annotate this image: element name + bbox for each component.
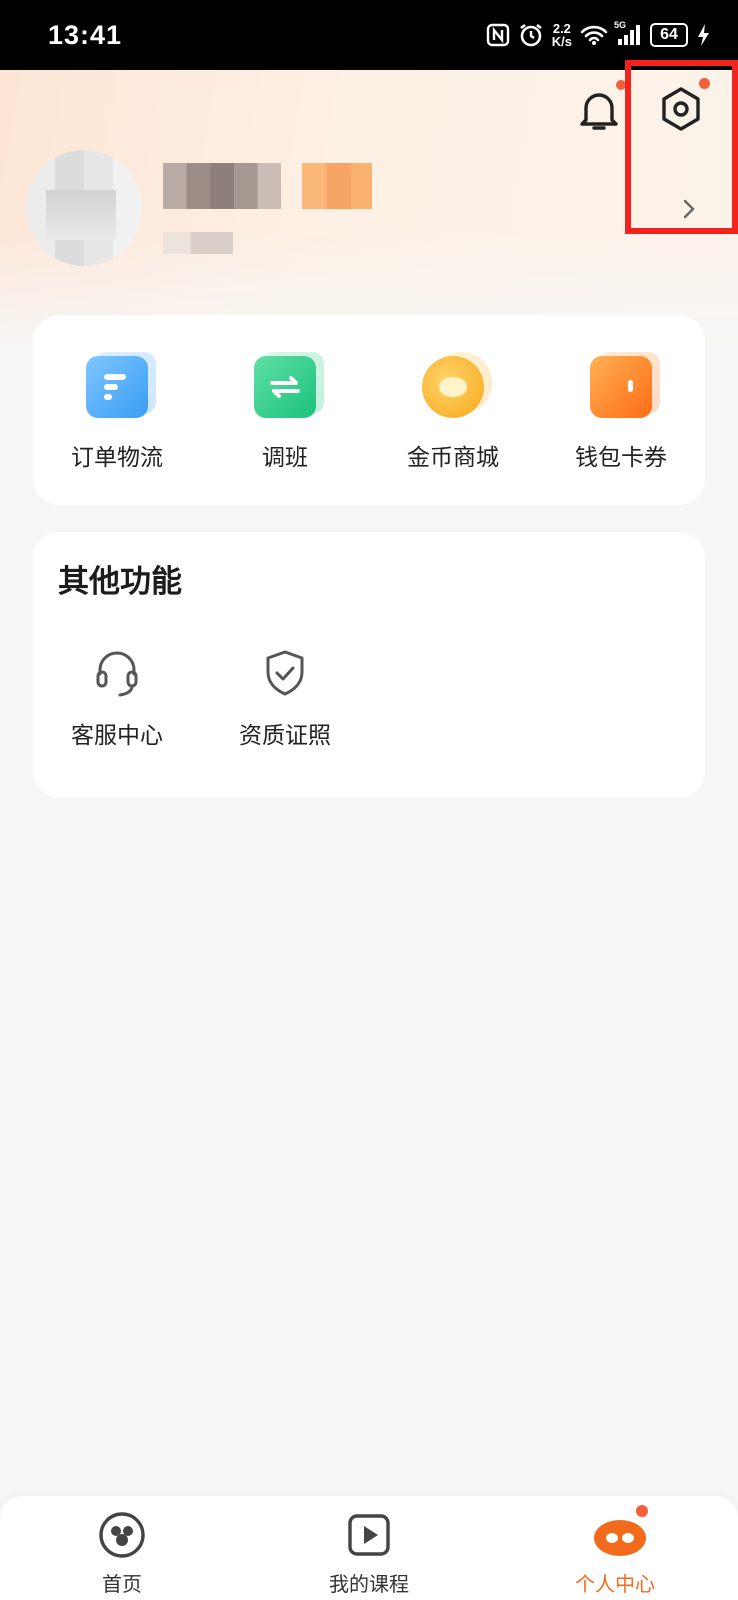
user-subtitle-blurred <box>163 232 233 254</box>
qualification-button[interactable]: 资质证照 <box>215 648 355 750</box>
network-speed: 2.2 K/s <box>552 22 572 48</box>
other-functions-title: 其他功能 <box>58 564 182 600</box>
settings-button[interactable] <box>659 85 703 133</box>
play-course-icon <box>344 1510 394 1560</box>
profile-icon <box>590 1510 646 1560</box>
battery-icon: 64 <box>650 23 688 47</box>
other-function-label: 资质证照 <box>239 723 331 749</box>
quick-action-wallet[interactable]: 钱包卡券 <box>546 352 696 472</box>
headset-icon <box>94 648 140 698</box>
quick-action-order-logistics[interactable]: 订单物流 <box>42 352 192 472</box>
charging-icon <box>696 23 710 47</box>
quick-action-label: 订单物流 <box>71 445 163 471</box>
bell-icon <box>580 93 618 130</box>
signal-icon: 5G <box>614 20 642 46</box>
customer-service-button[interactable]: 客服中心 <box>47 648 187 750</box>
user-name-blurred[interactable] <box>163 163 281 209</box>
wallet-icon <box>590 352 660 418</box>
quick-action-label: 金币商城 <box>407 445 499 471</box>
quick-action-swap-class[interactable]: 调班 <box>210 352 360 472</box>
battery-level: 64 <box>660 26 678 43</box>
other-function-label: 客服中心 <box>71 723 163 749</box>
swap-class-icon <box>254 352 324 418</box>
nfc-icon <box>486 23 510 47</box>
status-time: 13:41 <box>48 19 123 50</box>
speed-unit: K/s <box>551 34 572 49</box>
quick-action-coin-mall[interactable]: 金币商城 <box>378 352 528 472</box>
notification-button[interactable] <box>578 88 620 132</box>
settings-icon <box>662 87 700 131</box>
quick-action-label: 钱包卡券 <box>575 445 667 471</box>
settings-dot <box>699 78 710 89</box>
tab-label: 首页 <box>102 1572 142 1596</box>
tab-label: 我的课程 <box>329 1572 409 1596</box>
chevron-right-icon <box>683 199 695 219</box>
profile-chevron[interactable] <box>682 198 696 220</box>
avatar[interactable] <box>26 150 142 266</box>
coin-mall-icon <box>422 352 492 418</box>
tab-home[interactable]: 首页 <box>52 1510 192 1597</box>
profile-tab-dot <box>636 1505 648 1517</box>
home-icon <box>97 1510 147 1560</box>
tab-label: 个人中心 <box>575 1572 655 1596</box>
status-icons: 2.2 K/s 5G 64 <box>486 20 710 48</box>
tab-profile[interactable]: 个人中心 <box>545 1510 685 1597</box>
shield-check-icon <box>262 648 308 698</box>
quick-action-label: 调班 <box>262 445 308 471</box>
alarm-icon <box>518 22 544 48</box>
order-logistics-icon <box>86 352 156 418</box>
signal-label: 5G <box>614 20 627 30</box>
tab-my-courses[interactable]: 我的课程 <box>299 1510 439 1597</box>
wifi-icon <box>580 24 608 46</box>
vip-badge-blurred <box>302 163 372 209</box>
